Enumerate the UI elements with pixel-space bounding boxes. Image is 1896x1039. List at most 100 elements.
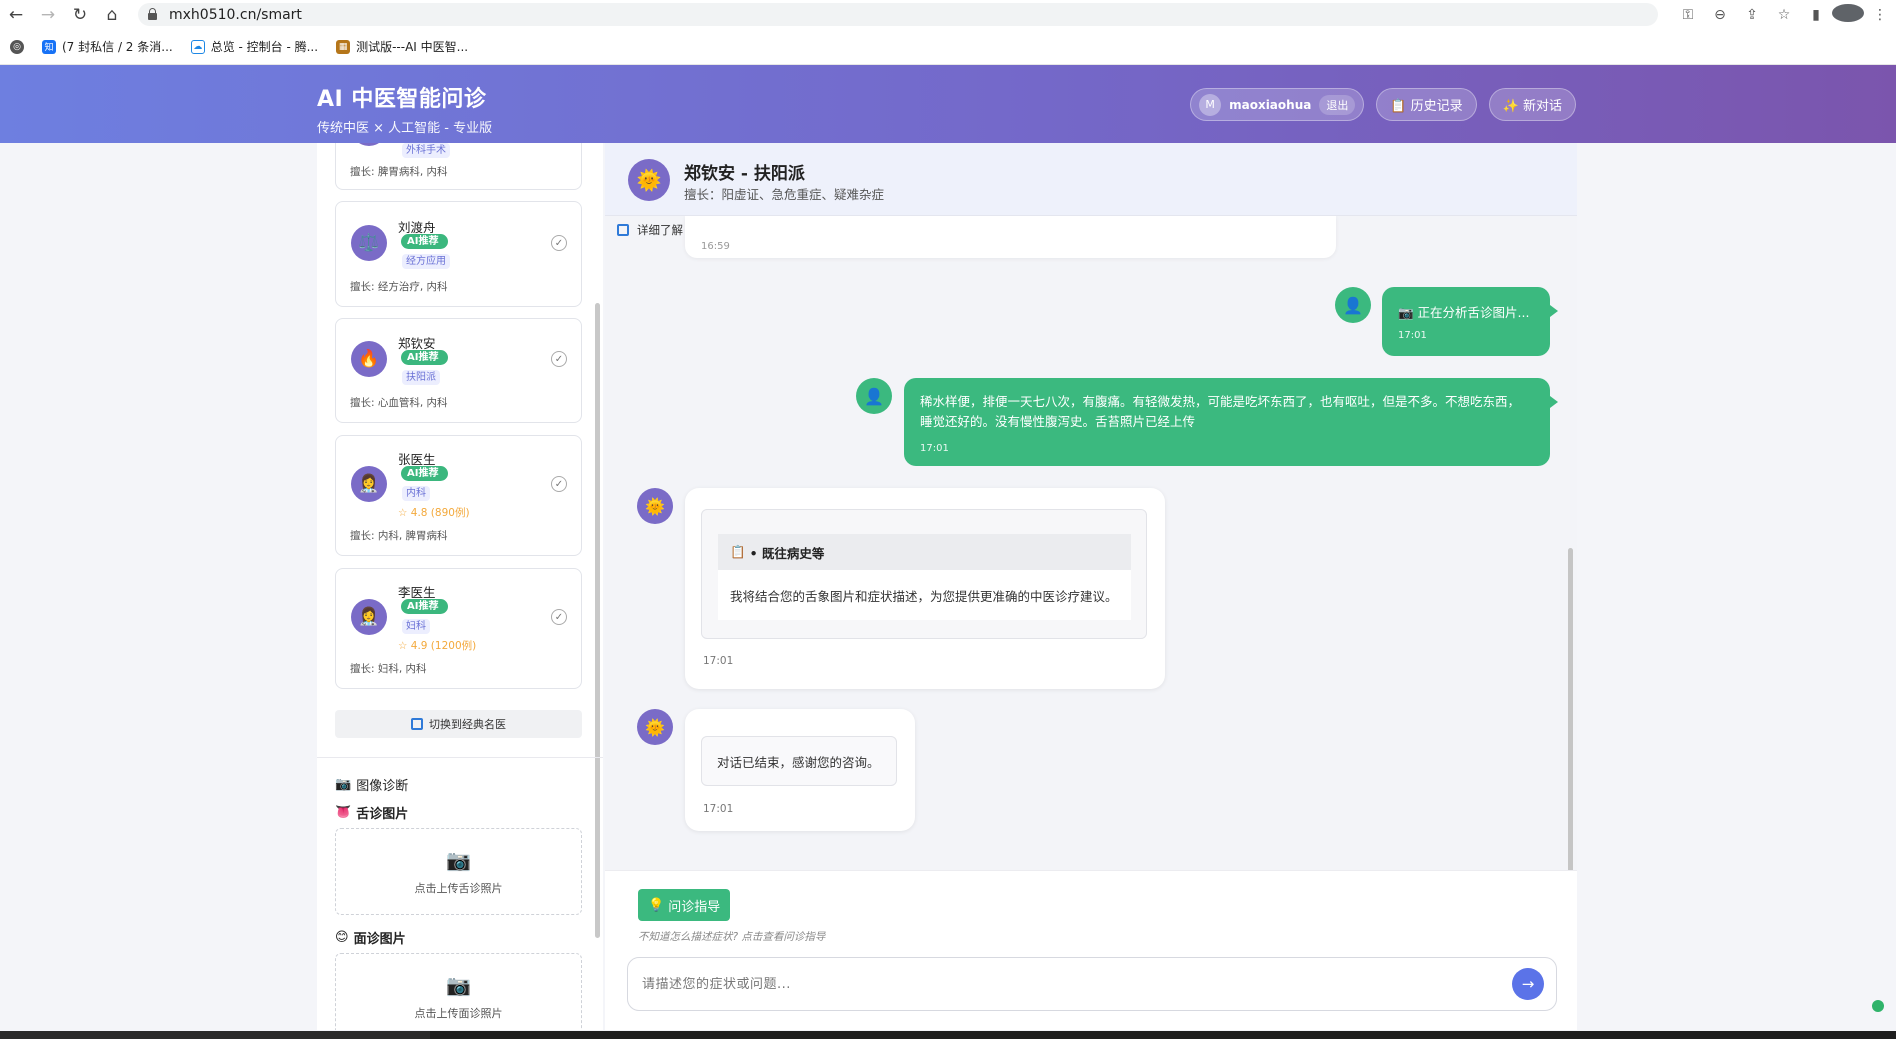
select-check-icon[interactable]: ✓: [551, 476, 567, 492]
doctor-card-liu[interactable]: ⚖️ 刘渡舟 AI推荐 经方应用 ✓ 擅长: 经方治疗, 内科: [335, 201, 582, 307]
send-button[interactable]: →: [1512, 968, 1544, 1000]
doctor-tag: 内科: [402, 486, 430, 501]
sun-icon: 🌞: [637, 488, 673, 524]
forward-icon[interactable]: →: [32, 0, 64, 29]
bot-message: 对话已结束，感谢您的咨询。 17:01: [685, 709, 915, 831]
globe-icon[interactable]: ◎: [10, 39, 24, 54]
sun-icon: 🌞: [637, 709, 673, 745]
doctor-avatar-icon: 👩‍⚕️: [351, 599, 387, 635]
lightbulb-icon: 💡: [648, 897, 665, 913]
fire-icon: 🔥: [351, 341, 387, 377]
ai-recommend-badge: AI推荐: [401, 599, 449, 614]
username: maoxiaohua: [1229, 97, 1312, 112]
select-check-icon[interactable]: ✓: [551, 351, 567, 367]
doctor-rating: ☆ 4.9 (1200例): [398, 640, 477, 652]
doctor-avatar: [351, 143, 387, 146]
doctor-specialty: 擅长: 心血管科, 内科: [350, 397, 448, 409]
answer-card: 📋 • 既往病史等 我将结合您的舌象图片和症状描述，为您提供更准确的中医诊疗建议…: [701, 509, 1147, 639]
chat-panel: 16:59 🌞 郑钦安 - 扶阳派 擅长：阳虚证、急危重症、疑难杂症 详细了解 …: [605, 143, 1577, 1030]
doctor-tag: 经方应用: [402, 254, 450, 269]
new-chat-button[interactable]: ✨ 新对话: [1488, 88, 1576, 121]
user-pill: M maoxiaohua 退出: [1190, 88, 1365, 121]
menu-icon[interactable]: ⋮: [1864, 7, 1896, 23]
detail-link[interactable]: 详细了解: [617, 222, 683, 238]
home-icon[interactable]: ⌂: [96, 0, 128, 29]
doctor-specialty: 擅长: 妇科, 内科: [350, 663, 427, 675]
taskbar-left: [0, 1031, 430, 1039]
doctor-tag: 扶阳派: [402, 370, 440, 385]
ai-recommend-badge: AI推荐: [401, 234, 449, 249]
back-icon[interactable]: ←: [0, 0, 32, 29]
camera-icon: 📷: [446, 847, 471, 872]
sun-icon: 🌞: [628, 159, 670, 201]
ai-recommend-badge: AI推荐: [401, 350, 449, 365]
bookmark-star-icon[interactable]: ☆: [1768, 7, 1800, 23]
chat-doctor-specialty: 擅长：阳虚证、急危重症、疑难杂症: [684, 187, 885, 202]
select-check-icon[interactable]: ✓: [551, 609, 567, 625]
bookmarks-bar: ◎ 知 (7 封私信 / 2 条消... ☁ 总览 - 控制台 - 腾... ▦…: [0, 29, 1896, 65]
logout-button[interactable]: 退出: [1319, 94, 1356, 115]
doctor-rating: ☆ 4.8 (890例): [398, 507, 470, 519]
chat-doctor-title: 郑钦安 - 扶阳派: [684, 164, 805, 184]
doctor-card-zheng[interactable]: 🔥 郑钦安 AI推荐 扶阳派 ✓ 擅长: 心血管科, 内科: [335, 318, 582, 423]
doctor-specialty: 擅长: 内科, 脾胃病科: [350, 530, 448, 542]
address-bar[interactable]: mxh0510.cn/smart: [138, 3, 1658, 26]
doctor-card-zhang[interactable]: 👩‍⚕️ 张医生 AI推荐 内科 ☆ 4.8 (890例) ✓ 擅长: 内科, …: [335, 435, 582, 556]
doctor-sidebar: 外科手术 擅长: 脾胃病科, 内科 ⚖️ 刘渡舟 AI推荐 经方应用 ✓ 擅长:…: [317, 143, 603, 1030]
answer-card-heading: 📋 • 既往病史等: [718, 534, 1131, 570]
doctor-tag: 外科手术: [402, 143, 450, 158]
doctor-specialty: 擅长: 脾胃病科, 内科: [350, 166, 448, 178]
smile-icon: 😊: [335, 930, 349, 945]
reload-icon[interactable]: ↻: [64, 0, 96, 29]
lock-icon: [148, 8, 157, 20]
zhihu-icon: 知: [42, 39, 56, 54]
consult-guide-button[interactable]: 💡 问诊指导: [638, 889, 731, 921]
user-message: 📷 正在分析舌诊图片... 17:01: [1382, 287, 1558, 356]
chat-scrollbar[interactable]: [1568, 548, 1573, 873]
doctor-avatar-icon: 👩‍⚕️: [351, 466, 387, 502]
select-check-icon[interactable]: ✓: [551, 235, 567, 251]
doctor-specialty: 擅长: 经方治疗, 内科: [350, 281, 448, 293]
bot-message: 📋 • 既往病史等 我将结合您的舌象图片和症状描述，为您提供更准确的中医诊疗建议…: [685, 488, 1165, 689]
chat-doctor-header: 🌞 郑钦安 - 扶阳派 擅长：阳虚证、急危重症、疑难杂症: [605, 143, 1577, 216]
tongue-icon: 👅: [335, 805, 352, 820]
app-subtitle: 传统中医 × 人工智能 - 专业版: [317, 121, 493, 136]
scales-icon: ⚖️: [351, 225, 387, 261]
sidebar-scrollbar[interactable]: [595, 303, 600, 938]
doctor-card-partial[interactable]: 外科手术 擅长: 脾胃病科, 内科: [335, 143, 582, 190]
message-input[interactable]: [642, 976, 1512, 992]
switch-classic-doctors-button[interactable]: 切换到经典名医: [335, 710, 582, 738]
guide-hint: 不知道怎么描述症状? 点击查看问诊指导: [638, 931, 826, 943]
end-notice: 对话已结束，感谢您的咨询。: [701, 736, 897, 786]
clipboard-icon: 📋: [730, 544, 746, 559]
user-avatar-icon: 👤: [1335, 287, 1371, 323]
user-message: 稀水样便，排便一天七八次，有腹痛。有轻微发热，可能是吃坏东西了，也有呕吐，但是不…: [904, 378, 1558, 466]
tongue-upload-box[interactable]: 📷 点击上传舌诊照片: [335, 828, 582, 915]
floating-status-dot[interactable]: [1872, 1000, 1884, 1012]
divider: [317, 757, 603, 758]
bookmark-zhihu[interactable]: 知 (7 封私信 / 2 条消...: [42, 38, 173, 55]
user-avatar: M: [1199, 93, 1222, 116]
bookmark-console[interactable]: ☁ 总览 - 控制台 - 腾...: [190, 38, 318, 55]
user-avatar-icon: 👤: [856, 378, 892, 414]
key-icon[interactable]: ⚿: [1672, 7, 1704, 23]
face-upload-box[interactable]: 📷 点击上传面诊照片: [335, 953, 582, 1030]
app-header: AI 中医智能问诊 传统中医 × 人工智能 - 专业版 M maoxiaohua…: [0, 65, 1896, 143]
tongue-section-title: 👅 舌诊图片: [335, 805, 409, 822]
face-section-title: 😊 面诊图片: [335, 930, 406, 947]
camera-icon: 📷: [335, 777, 352, 792]
switch-icon: [411, 718, 423, 730]
image-diagnosis-title: 📷 图像诊断: [335, 777, 409, 794]
url-text: mxh0510.cn/smart: [169, 6, 302, 23]
sidepanel-icon[interactable]: ▮: [1800, 7, 1832, 23]
history-button[interactable]: 📋 历史记录: [1376, 88, 1477, 121]
profile-icon[interactable]: [1832, 3, 1864, 26]
app-icon: ▦: [336, 39, 351, 54]
share-icon[interactable]: ⇪: [1736, 7, 1768, 23]
doctor-card-li[interactable]: 👩‍⚕️ 李医生 AI推荐 妇科 ☆ 4.9 (1200例) ✓ 擅长: 妇科,…: [335, 568, 582, 689]
browser-toolbar: ← → ↻ ⌂ mxh0510.cn/smart ⚿ ⊖ ⇪ ☆ ▮ ⋮: [0, 0, 1896, 29]
ai-recommend-badge: AI推荐: [401, 466, 449, 481]
bookmark-test[interactable]: ▦ 测试版---AI 中医智...: [336, 38, 468, 55]
message-input-box: →: [627, 957, 1557, 1011]
zoom-icon[interactable]: ⊖: [1704, 7, 1736, 23]
